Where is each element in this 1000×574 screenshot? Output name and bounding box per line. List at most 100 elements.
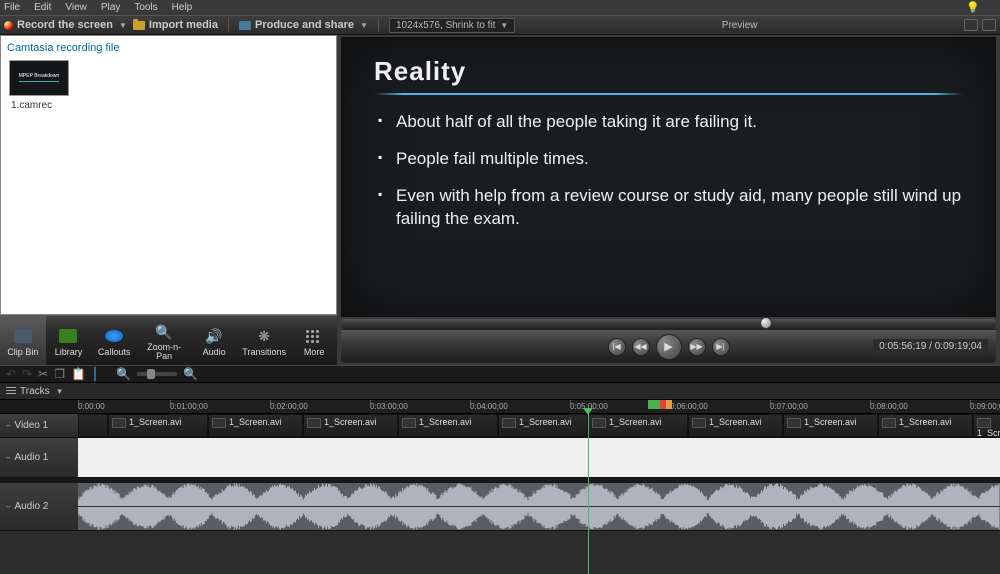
speaker-icon xyxy=(203,327,225,345)
tool-tabs: Clip Bin Library Callouts Zoom-n- Pan Au… xyxy=(0,315,337,365)
video-clip[interactable]: 1_Screen.avi xyxy=(878,414,973,437)
slider-handle[interactable] xyxy=(147,369,155,379)
menu-play[interactable]: Play xyxy=(101,2,120,13)
video-clip[interactable]: 1_Screen.avi xyxy=(973,414,1000,437)
menu-tools[interactable]: Tools xyxy=(134,2,157,13)
zoom-slider[interactable] xyxy=(137,372,177,376)
chevron-down-icon: ▼ xyxy=(56,387,64,396)
record-screen-button[interactable]: Record the screen ▼ xyxy=(4,19,127,31)
toolbar-divider xyxy=(228,18,229,32)
copy-button[interactable]: ❐ xyxy=(54,367,65,381)
chevron-down-icon: ▼ xyxy=(119,21,127,30)
timeline-ruler[interactable]: 0:00:00 0:01:00;00 0:02:00;00 0:03:00;00… xyxy=(78,400,1000,413)
slide-title: Reality xyxy=(374,56,963,87)
ruler-tick: 0:09:00;00 xyxy=(970,402,1000,411)
video-clip[interactable]: 1_Screen.avi xyxy=(208,414,303,437)
redo-button[interactable]: ↷ xyxy=(22,367,32,381)
cut-button[interactable]: ✂ xyxy=(38,367,48,381)
toolbar-divider xyxy=(378,18,379,32)
clip-thumbnail[interactable]: MPEP Breakdown xyxy=(9,60,69,96)
tab-callouts[interactable]: Callouts xyxy=(91,316,137,365)
menu-bar: File Edit View Play Tools Help 💡 xyxy=(0,0,1000,15)
tab-label: Transitions xyxy=(242,347,286,357)
timeline-markers[interactable] xyxy=(648,400,672,409)
record-label: Record the screen xyxy=(17,19,113,31)
transitions-icon xyxy=(253,327,275,345)
tab-label: Audio xyxy=(203,347,226,357)
tab-clip-bin[interactable]: Clip Bin xyxy=(0,316,46,365)
goto-end-button[interactable]: ▶| xyxy=(712,338,730,356)
clip-filename[interactable]: 1.camrec xyxy=(11,100,332,111)
preview-resolution-dropdown[interactable]: 1024x576, Shrink to fit ▼ xyxy=(389,18,515,33)
play-button[interactable]: ▶ xyxy=(656,334,682,360)
menu-edit[interactable]: Edit xyxy=(34,2,51,13)
tracks-label: Tracks xyxy=(20,386,50,397)
import-media-button[interactable]: Import media xyxy=(133,19,218,31)
track-name: Video 1 xyxy=(14,420,48,431)
step-forward-button[interactable]: ▶▶ xyxy=(688,338,706,356)
ruler-tick: 0:02:00;00 xyxy=(270,402,308,411)
video-clip[interactable]: 1_Screen.avi xyxy=(783,414,878,437)
menu-view[interactable]: View xyxy=(65,2,87,13)
slide-bullet: Even with help from a review course or s… xyxy=(378,185,963,231)
tab-zoom-pan[interactable]: Zoom-n- Pan xyxy=(137,316,191,365)
video-clip[interactable]: 1_Screen.avi xyxy=(588,414,688,437)
collapse-icon[interactable]: – xyxy=(6,502,10,511)
tab-more[interactable]: More xyxy=(291,316,337,365)
track-name: Audio 2 xyxy=(14,501,48,512)
tips-icon[interactable]: 💡 xyxy=(966,1,980,14)
track-header-video1[interactable]: –Video 1 xyxy=(0,414,78,437)
video-clip[interactable]: 1_Screen.avi xyxy=(398,414,498,437)
goto-start-button[interactable]: |◀ xyxy=(608,338,626,356)
track-header-audio2[interactable]: –Audio 2 xyxy=(0,483,78,530)
undo-button[interactable]: ↶ xyxy=(6,367,16,381)
tab-library[interactable]: Library xyxy=(46,316,92,365)
track-header-audio1[interactable]: –Audio 1 xyxy=(0,438,78,477)
step-back-button[interactable]: ◀◀ xyxy=(632,338,650,356)
record-icon xyxy=(4,21,13,30)
audio2-track[interactable] xyxy=(78,483,1000,530)
video-clip[interactable]: 1_Screen.avi xyxy=(688,414,783,437)
scrubber-handle[interactable] xyxy=(760,317,772,329)
audio1-track[interactable] xyxy=(78,438,1000,477)
menu-file[interactable]: File xyxy=(4,2,20,13)
tab-label: Clip Bin xyxy=(7,347,38,357)
tab-transitions[interactable]: Transitions xyxy=(237,316,291,365)
produce-share-button[interactable]: Produce and share ▼ xyxy=(239,19,368,31)
marker[interactable] xyxy=(666,400,672,409)
tab-audio[interactable]: Audio xyxy=(191,316,237,365)
timecode-display: 0:05:56;19 / 0:09:19;04 xyxy=(873,339,988,354)
playhead[interactable] xyxy=(588,414,589,574)
zoom-out-button[interactable]: 🔍 xyxy=(116,367,131,381)
menu-help[interactable]: Help xyxy=(172,2,193,13)
video-clip[interactable]: 1_Screen.avi xyxy=(498,414,588,437)
zoom-in-button[interactable]: 🔍 xyxy=(183,367,198,381)
preview-canvas[interactable]: Reality About half of all the people tak… xyxy=(341,37,996,317)
tracks-dropdown[interactable]: Tracks ▼ xyxy=(0,383,1000,400)
collapse-icon[interactable]: – xyxy=(6,421,10,430)
timeline-toolbar: ↶ ↷ ✂ ❐ 📋 ⎮ 🔍 🔍 xyxy=(0,365,1000,383)
ruler-tick: 0:07:00;00 xyxy=(770,402,808,411)
video-clip[interactable] xyxy=(78,414,108,437)
video-clip[interactable]: 1_Screen.avi xyxy=(108,414,208,437)
tab-label: Zoom-n- Pan xyxy=(147,343,181,361)
preview-title: Preview xyxy=(515,20,964,31)
produce-label: Produce and share xyxy=(255,19,354,31)
ruler-gutter xyxy=(0,400,78,413)
split-button[interactable]: ⎮ xyxy=(92,367,98,381)
video-track[interactable]: 1_Screen.avi1_Screen.avi1_Screen.avi1_Sc… xyxy=(78,414,1000,437)
tracks-icon xyxy=(6,387,16,395)
paste-button[interactable]: 📋 xyxy=(71,367,86,381)
preview-scrubber[interactable] xyxy=(341,319,996,329)
collapse-icon[interactable]: – xyxy=(6,453,10,462)
import-label: Import media xyxy=(149,19,218,31)
callout-icon xyxy=(105,330,123,342)
detach-preview-icon[interactable] xyxy=(964,19,978,31)
ruler-tick: 0:03:00;00 xyxy=(370,402,408,411)
ruler-tick: 0:08:00;00 xyxy=(870,402,908,411)
thumbnail-caption: MPEP Breakdown xyxy=(19,73,59,82)
waveform xyxy=(78,483,1000,530)
ruler-tick: 0:06:00;00 xyxy=(670,402,708,411)
video-clip[interactable]: 1_Screen.avi xyxy=(303,414,398,437)
fullscreen-icon[interactable] xyxy=(982,19,996,31)
